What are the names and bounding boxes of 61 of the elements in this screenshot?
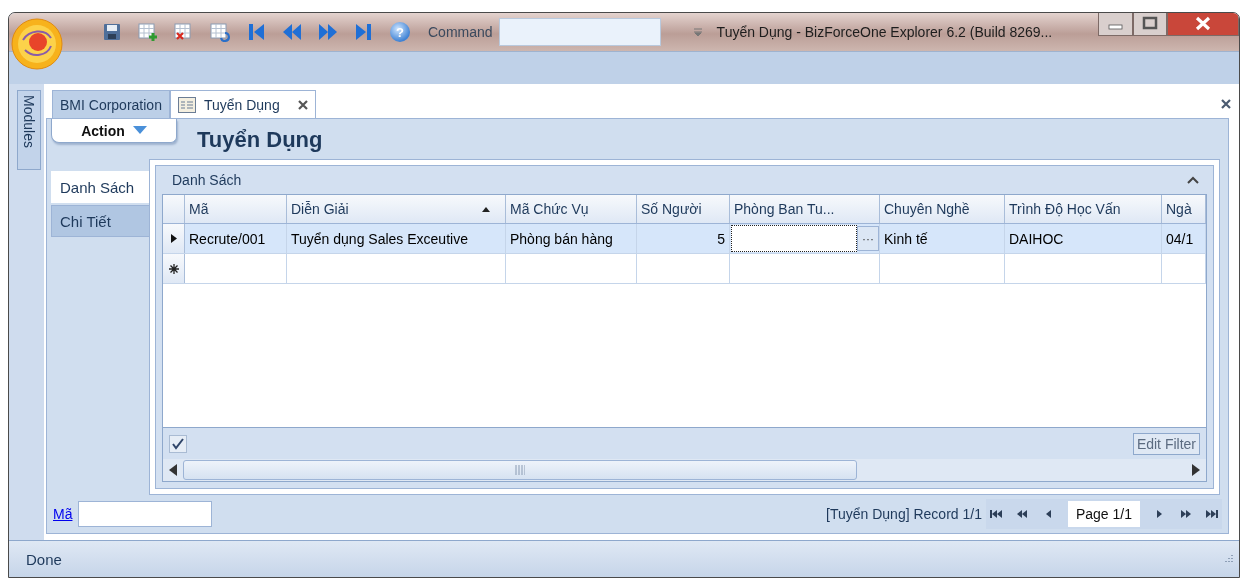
collapse-icon[interactable] xyxy=(1187,176,1199,184)
current-row-icon xyxy=(170,234,177,243)
column-header[interactable]: Trình Độ Học Vấn xyxy=(1005,195,1162,223)
scrollbar-thumb[interactable] xyxy=(183,460,857,480)
new-row-icon xyxy=(168,263,179,274)
last-page-icon[interactable] xyxy=(1206,509,1218,519)
save-icon[interactable] xyxy=(102,22,122,42)
search-link[interactable]: Mã xyxy=(53,506,73,522)
table-cell: Recrute/001 xyxy=(185,224,287,253)
document-tab[interactable]: Tuyển Dụng xyxy=(169,90,316,118)
column-header[interactable]: Ngà xyxy=(1162,195,1206,223)
modules-tab[interactable]: Modules xyxy=(17,90,41,170)
resize-grip-icon[interactable] xyxy=(1223,554,1233,564)
table-cell: 5 xyxy=(637,224,730,253)
command-label: Command xyxy=(428,24,493,40)
view-tab[interactable]: Danh Sách xyxy=(51,171,149,203)
table-cell: Tuyển dụng Sales Exceutive xyxy=(287,224,506,253)
table-cell: Phòng bán hàng xyxy=(506,224,637,253)
scroll-right-icon[interactable] xyxy=(1192,464,1200,476)
dropdown-icon xyxy=(132,126,147,135)
last-record-icon[interactable] xyxy=(354,22,374,42)
close-button[interactable] xyxy=(1167,13,1239,36)
logo-icon[interactable] xyxy=(11,18,63,70)
first-record-icon[interactable] xyxy=(246,22,266,42)
action-menu[interactable]: Action xyxy=(51,119,177,143)
column-header[interactable]: Diễn Giải xyxy=(287,195,506,223)
edit-filter-button[interactable]: Edit Filter xyxy=(1132,432,1200,455)
close-icon[interactable] xyxy=(1221,99,1231,109)
grip-icon xyxy=(515,465,525,475)
filter-checkbox[interactable] xyxy=(169,434,187,453)
next-page-icon[interactable] xyxy=(1180,509,1192,519)
table-cell: 04/1 xyxy=(1162,224,1206,253)
document-tab[interactable]: BMI Corporation xyxy=(52,90,170,118)
first-page-icon[interactable] xyxy=(989,509,1002,519)
previous-page-icon[interactable] xyxy=(1015,509,1028,519)
column-header[interactable]: Phòng Ban Tu... xyxy=(730,195,880,223)
table-refresh-icon[interactable] xyxy=(210,22,230,42)
window-title: Tuyển Dụng - BizForceOne Explorer 6.2 (Build 8269... xyxy=(716,24,1053,40)
cell-editor-field[interactable] xyxy=(731,225,857,252)
record-count: [Tuyển Dụng] Record 1/1 xyxy=(826,506,982,522)
page-title: Tuyển Dụng xyxy=(197,127,323,153)
form-icon xyxy=(177,96,196,113)
table-cell: DAIHOC xyxy=(1005,224,1162,253)
column-header[interactable]: Số Người xyxy=(637,195,730,223)
minimize-button[interactable] xyxy=(1098,13,1133,36)
command-field[interactable] xyxy=(498,18,661,46)
column-header[interactable]: Mã Chức Vụ xyxy=(506,195,637,223)
column-header[interactable]: Chuyên Nghề xyxy=(880,195,1005,223)
close-icon[interactable] xyxy=(297,99,308,110)
view-tab[interactable]: Chi Tiết xyxy=(51,205,149,237)
scroll-left-icon[interactable] xyxy=(169,464,177,476)
table-cell: Kinh tế xyxy=(880,224,1005,253)
column-header[interactable]: Mã xyxy=(185,195,287,223)
table-add-icon[interactable] xyxy=(138,22,158,42)
status-text: Done xyxy=(26,550,62,568)
group-title: Danh Sách xyxy=(172,172,242,188)
page-indicator: Page 1/1 xyxy=(1067,501,1140,527)
maximize-button[interactable] xyxy=(1133,13,1167,36)
table-delete-icon[interactable] xyxy=(174,22,194,42)
search-field[interactable] xyxy=(78,501,213,527)
ellipsis-button[interactable]: ··· xyxy=(857,226,879,251)
